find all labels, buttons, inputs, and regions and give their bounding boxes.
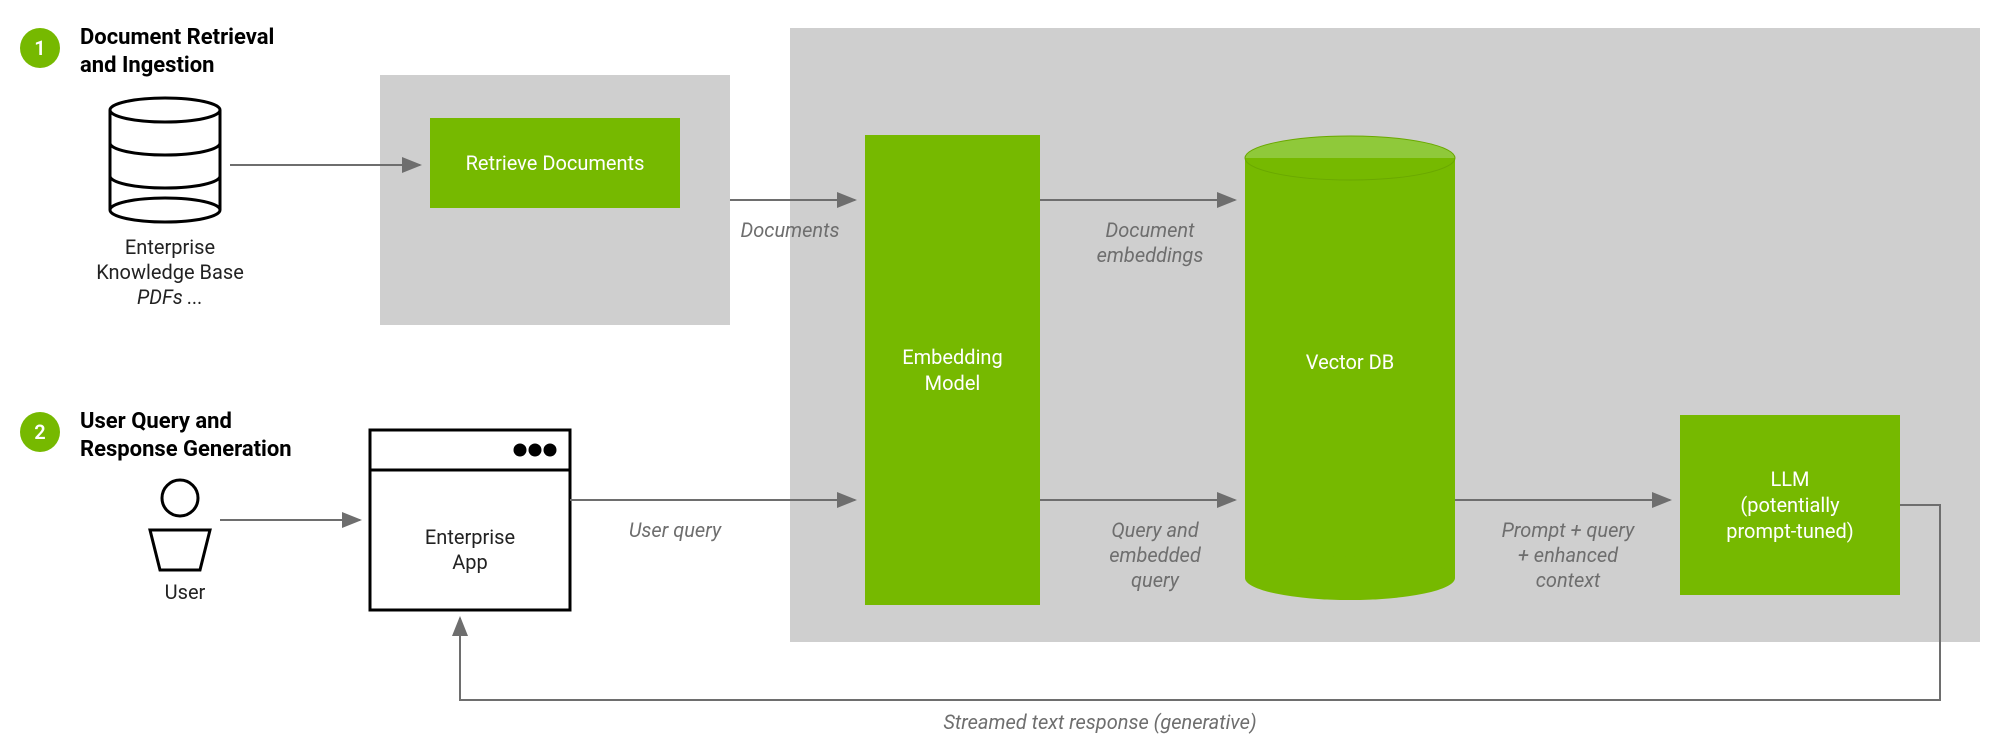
edge-query-embedded: Query and embedded query [1065, 518, 1245, 593]
edge-prompt-context: Prompt + query + enhanced context [1468, 518, 1668, 593]
edge-documents: Documents [720, 218, 860, 243]
arrows-layer [0, 0, 1999, 746]
diagram-canvas: 1 Document Retrieval and Ingestion 2 Use… [0, 0, 1999, 746]
edge-user-query: User query [595, 518, 755, 543]
edge-streamed-response: Streamed text response (generative) [850, 710, 1350, 735]
edge-document-embeddings: Document embeddings [1060, 218, 1240, 268]
